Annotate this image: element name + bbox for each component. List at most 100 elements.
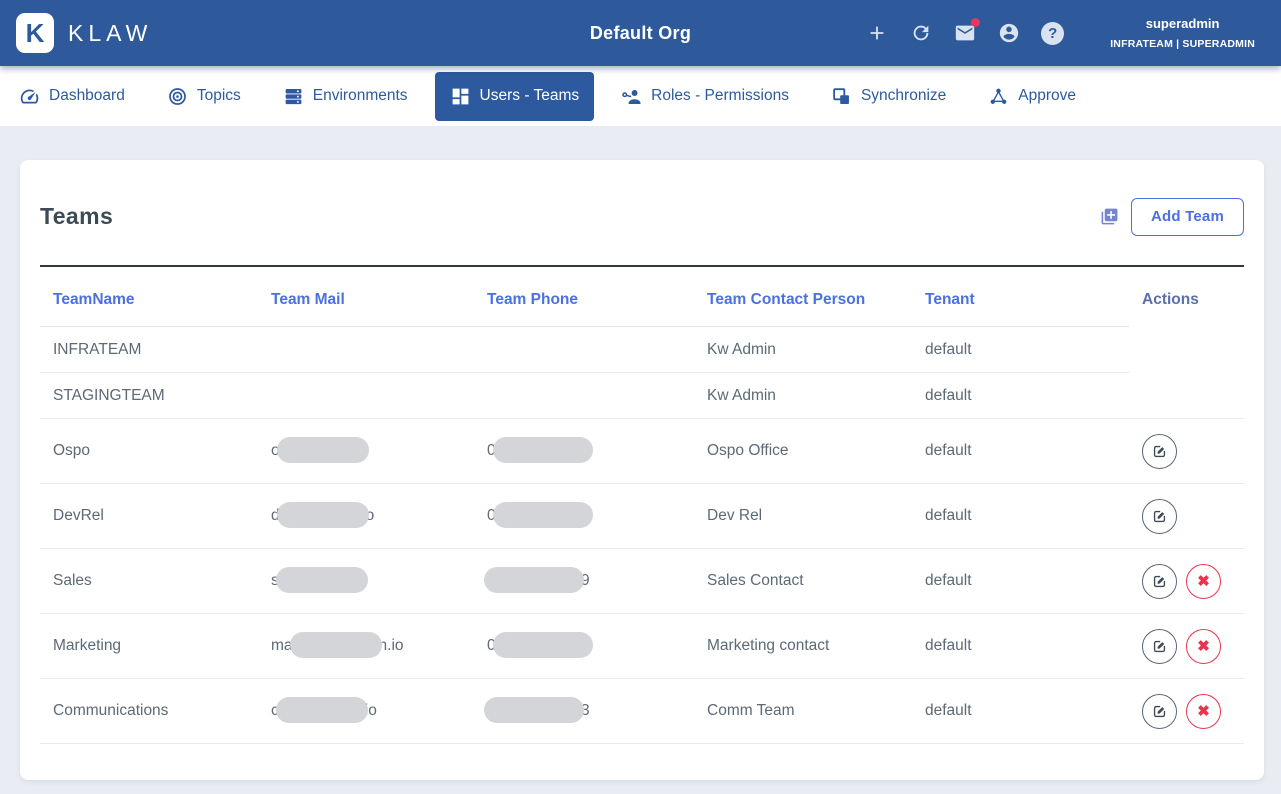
team-row-marketing: Marketing ma n.io 0 Marketing contact default… [40,613,1244,679]
column-header-teamname: TeamName [40,267,258,327]
team-mail: o [258,418,474,484]
nav-item-topics[interactable]: Topics [152,72,256,121]
edit-icon [1151,443,1168,460]
row-actions: ✖ [1129,613,1244,679]
delete-icon: ✖ [1197,703,1210,720]
delete-team-button[interactable]: ✖ [1186,563,1221,599]
phone-redaction-pill [492,437,593,463]
team-phone: 3 [474,678,694,744]
edit-icon [1151,508,1168,525]
team-row-sales: Sales s 9 Sales Contact default ✖ [40,548,1244,614]
column-header-team-contact-person: Team Contact Person [694,267,912,327]
delete-team-button[interactable]: ✖ [1186,693,1221,729]
row-actions [1129,372,1244,419]
phone-redaction-pill [484,697,584,723]
team-name: INFRATEAM [40,326,258,373]
library-add-icon[interactable] [1100,207,1119,226]
header-icon-group: ? [865,18,1065,45]
nav-item-environments[interactable]: Environments [268,72,423,121]
user-name: superadmin [1145,16,1220,31]
add-team-button[interactable]: Add Team [1131,197,1244,236]
card-actions: Add Team [1100,197,1244,236]
nav-item-label: Environments [312,87,408,104]
team-contact-person: Kw Admin [694,326,912,373]
klaw-logo-text: KLAW [68,19,153,46]
header-right: ? superadmin INFRATEAM | SUPERADMIN [865,16,1281,50]
team-phone [474,372,694,419]
column-header-team-mail: Team Mail [258,267,474,327]
mail-redaction-pill [289,632,382,658]
phone-redaction-pill [484,567,584,593]
team-mail [258,326,474,373]
add-icon[interactable] [865,21,889,45]
topics-icon [167,86,188,107]
team-phone [474,326,694,373]
team-contact-person: Kw Admin [694,372,912,419]
row-actions [1129,418,1244,484]
help-icon[interactable]: ? [1041,21,1065,45]
row-actions: ✖ [1129,678,1244,744]
nav-item-users-teams[interactable]: Users - Teams [434,71,595,121]
column-header-actions: Actions [1142,291,1199,309]
team-row-stagingteam: STAGINGTEAM Kw Admin default [40,372,1244,419]
mail-redaction-pill [276,502,369,528]
klaw-logo-icon: K [16,13,54,53]
tenant: default [912,326,1129,373]
team-contact-person: Sales Contact [694,548,912,614]
team-mail [258,372,474,419]
row-actions [1129,327,1244,373]
mail-redaction-pill [275,697,368,723]
mail-icon[interactable] [953,18,981,45]
row-actions: ✖ [1129,548,1244,614]
nav-item-dashboard[interactable]: Dashboard [4,72,140,121]
edit-team-button[interactable] [1142,498,1177,534]
nav-item-label: Topics [196,87,241,104]
nav-item-approve[interactable]: Approve [973,72,1091,121]
edit-icon [1151,703,1168,720]
team-name: Ospo [40,418,258,484]
notification-dot [971,18,981,27]
nav-item-label: Users - Teams [479,87,580,104]
users-teams-icon [450,86,471,107]
nav-item-synchronize[interactable]: Synchronize [816,72,961,121]
main-nav: Dashboard Topics Environments Users - Teams… [0,66,1281,126]
teams-card-header: Teams Add Team [40,160,1244,265]
table-header-row: TeamName Team Mail Team Phone Team Contact … [40,267,1244,327]
delete-icon: ✖ [1197,638,1210,655]
environments-icon [283,86,304,107]
klaw-logo[interactable]: K KLAW [0,13,152,53]
team-name: Communications [40,678,258,744]
team-row-communications: Communications c io 3 Comm Team default ✖ [40,678,1244,744]
team-mail: do [258,483,474,549]
team-phone: 9 [474,548,694,614]
nav-item-label: Dashboard [49,87,125,104]
nav-item-roles-permissions[interactable]: Roles - Permissions [606,72,804,121]
team-contact-person: Ospo Office [694,418,912,484]
team-phone: 0 [474,418,694,484]
team-name: DevRel [40,483,258,549]
edit-team-button[interactable] [1142,433,1177,469]
dashboard-icon [19,86,40,107]
refresh-icon[interactable] [909,21,933,45]
edit-team-button[interactable] [1142,628,1177,664]
tenant: default [912,613,1129,679]
edit-icon [1151,638,1168,655]
edit-team-button[interactable] [1142,693,1177,729]
team-mail: c io [258,678,474,744]
teams-table: TeamName Team Mail Team Phone Team Contact … [40,267,1244,744]
column-header-tenant: Tenant [912,267,1129,327]
teams-card: Teams Add Team TeamName Team Mail Team Pho… [20,160,1264,780]
team-row-devrel: DevRel d o 0 Dev Rel default [40,483,1244,549]
team-name: Sales [40,548,258,614]
team-phone: 0 [474,483,694,549]
delete-team-button[interactable]: ✖ [1186,628,1221,664]
team-name: Marketing [40,613,258,679]
edit-team-button[interactable] [1142,563,1177,599]
approve-icon [988,86,1009,107]
team-contact-person: Dev Rel [694,483,912,549]
team-contact-person: Comm Team [694,678,912,744]
account-icon[interactable] [997,21,1021,45]
team-row-infrateam: INFRATEAM Kw Admin default [40,326,1244,373]
nav-item-label: Approve [1018,87,1076,104]
nav-item-label: Synchronize [860,87,947,104]
